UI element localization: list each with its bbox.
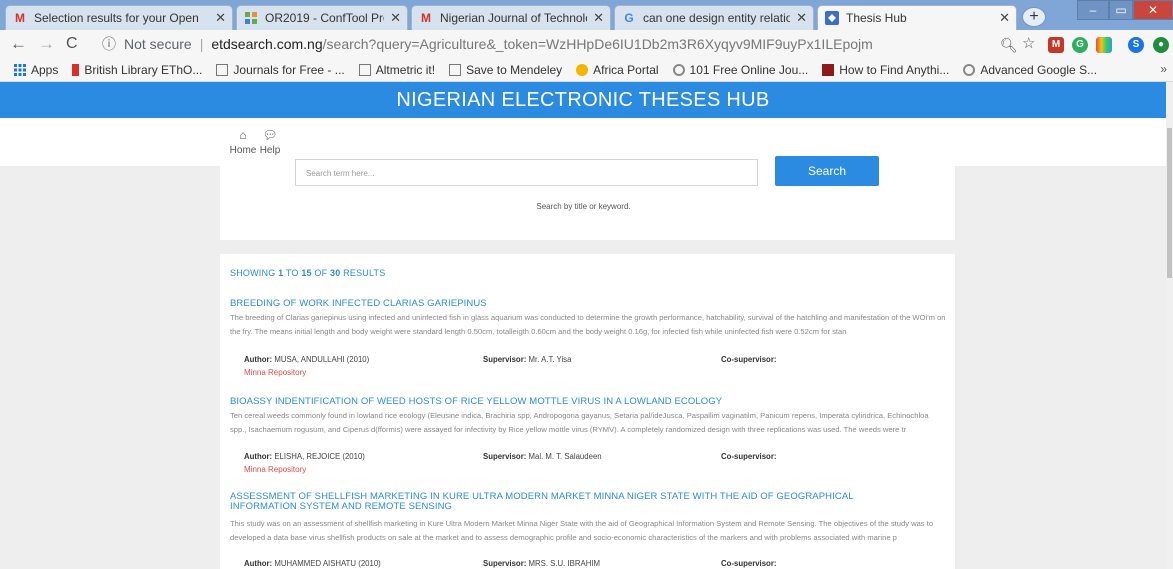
- address-bar-row: ← → C ⓘ Not secure | etdsearch.com.ng/se…: [0, 30, 1173, 58]
- extension-icon[interactable]: M: [1048, 37, 1064, 53]
- page-icon: [449, 63, 462, 76]
- page-icon: [216, 63, 229, 76]
- extension-icon[interactable]: G: [1072, 37, 1088, 53]
- result-author: Author: MUHAMMED AISHATU (2010): [244, 559, 381, 568]
- bookmark-item[interactable]: Save to Mendeley: [449, 63, 562, 77]
- browser-tab[interactable]: OR2019 - ConfTool Pro - Show/ ✕: [236, 5, 408, 30]
- zoom-icon[interactable]: 🔍︎: [1000, 35, 1018, 55]
- search-hint: Search by title or keyword.: [536, 202, 631, 211]
- extension-icon[interactable]: [1096, 37, 1112, 53]
- browser-tab-active[interactable]: Thesis Hub ✕: [817, 5, 1017, 30]
- result-abstract: The breeding of Clarias gariepinus using…: [230, 313, 946, 336]
- bookmark-star-icon[interactable]: ☆: [1022, 34, 1035, 54]
- bookmark-item[interactable]: Advanced Google S...: [963, 63, 1097, 77]
- result-cosupervisor: Co-supervisor:: [721, 559, 777, 568]
- result-title-link[interactable]: BREEDING OF WORK INFECTED CLARIAS GARIEP…: [230, 299, 930, 309]
- result-supervisor: Supervisor: MRS. S.U. IBRAHIM: [483, 559, 600, 568]
- url-separator: |: [199, 36, 204, 52]
- bookmark-apps[interactable]: Apps: [14, 63, 58, 77]
- close-tab-icon[interactable]: ✕: [215, 10, 226, 26]
- search-button[interactable]: Search: [775, 156, 879, 186]
- bookmark-item[interactable]: British Library EThO...: [72, 63, 202, 77]
- w-icon: [822, 63, 835, 76]
- minimize-button[interactable]: –: [1077, 0, 1109, 20]
- africa-icon: [576, 63, 589, 76]
- browser-tab[interactable]: M Nigerian Journal of Technologic ✕: [411, 5, 611, 30]
- reload-icon[interactable]: C: [66, 34, 78, 54]
- globe-icon: [963, 63, 976, 76]
- globe-icon: [672, 63, 685, 76]
- chat-icon: 💬︎: [262, 128, 278, 142]
- result-cosupervisor: Co-supervisor:: [721, 355, 777, 364]
- google-icon: G: [624, 11, 634, 25]
- search-input[interactable]: Search term here...: [295, 159, 758, 186]
- page-icon: [358, 63, 371, 76]
- scrollbar-thumb[interactable]: [1167, 128, 1172, 278]
- results-count: SHOWING 1 TO 15 OF 30 RESULTS: [230, 268, 386, 278]
- browser-tab[interactable]: G can one design entity relations ✕: [614, 5, 814, 30]
- new-tab-button[interactable]: +: [1022, 7, 1046, 27]
- result-cosupervisor: Co-supervisor:: [721, 452, 777, 461]
- browser-tab-strip: M Selection results for your Open ✕ OR20…: [0, 0, 1173, 30]
- forward-icon[interactable]: →: [38, 34, 55, 54]
- info-icon[interactable]: ⓘ: [102, 34, 116, 54]
- bookmark-item[interactable]: How to Find Anythi...: [822, 63, 949, 77]
- bookmark-item[interactable]: Altmetric it!: [358, 63, 435, 77]
- result-abstract: This study was on an assessment of shell…: [230, 519, 934, 542]
- bookmarks-overflow-button[interactable]: »: [1160, 62, 1167, 76]
- nav-home[interactable]: ⌂ Home: [228, 128, 258, 156]
- bookmarks-bar: Apps British Library EThO... Journals fo…: [0, 58, 1173, 82]
- close-tab-icon[interactable]: ✕: [796, 10, 807, 26]
- result-abstract: Ten cereal weeds commonly found in lowla…: [230, 411, 929, 434]
- thesis-hub-icon: [824, 10, 840, 26]
- apps-grid-icon: [14, 63, 26, 76]
- security-label[interactable]: Not secure: [124, 36, 192, 52]
- site-header: NIGERIAN ELECTRONIC THESES HUB: [0, 82, 1166, 118]
- extension-icon[interactable]: ●: [1153, 37, 1169, 53]
- bookmark-icon: [72, 63, 80, 76]
- result-supervisor: Supervisor: Mal. M. T. Salaudeen: [483, 452, 602, 461]
- result-supervisor: Supervisor: Mr. A.T. Yisa: [483, 355, 572, 364]
- page-scrollbar[interactable]: [1166, 82, 1173, 569]
- home-icon: ⌂: [239, 128, 247, 142]
- result-title-link[interactable]: BIOASSY INDENTIFICATION OF WEED HOSTS OF…: [230, 397, 930, 407]
- result-repository-link[interactable]: Minna Repository: [244, 368, 306, 377]
- result-author: Author: ELISHA, REJOICE (2010): [244, 452, 365, 461]
- close-window-button[interactable]: ✕: [1133, 0, 1173, 20]
- result-title-link[interactable]: ASSESSMENT OF SHELLFISH MARKETING IN KUR…: [230, 492, 910, 512]
- url-path: /search?query=Agriculture&_token=WzHHpDe…: [322, 36, 873, 52]
- back-icon[interactable]: ←: [10, 34, 27, 54]
- bookmark-item[interactable]: Journals for Free - ...: [216, 63, 345, 77]
- url-field[interactable]: ⓘ Not secure | etdsearch.com.ng/search?q…: [102, 32, 972, 56]
- maximize-button[interactable]: ▭: [1109, 0, 1133, 20]
- result-author: Author: MUSA, ANDULLAHI (2010): [244, 355, 370, 364]
- conftool-icon: [243, 10, 259, 26]
- gmail-icon: M: [421, 11, 431, 25]
- bookmark-item[interactable]: 101 Free Online Jou...: [672, 63, 808, 77]
- nav-help[interactable]: 💬︎ Help: [255, 128, 285, 156]
- close-tab-icon[interactable]: ✕: [390, 10, 401, 26]
- bookmark-item[interactable]: Africa Portal: [576, 63, 659, 77]
- result-repository-link[interactable]: Minna Repository: [244, 465, 306, 474]
- url-host: etdsearch.com.ng: [211, 36, 323, 52]
- profile-avatar[interactable]: S: [1128, 37, 1144, 53]
- gmail-icon: M: [15, 11, 25, 25]
- close-tab-icon[interactable]: ✕: [999, 10, 1010, 26]
- browser-tab[interactable]: M Selection results for your Open ✕: [5, 5, 233, 30]
- close-tab-icon[interactable]: ✕: [593, 10, 604, 26]
